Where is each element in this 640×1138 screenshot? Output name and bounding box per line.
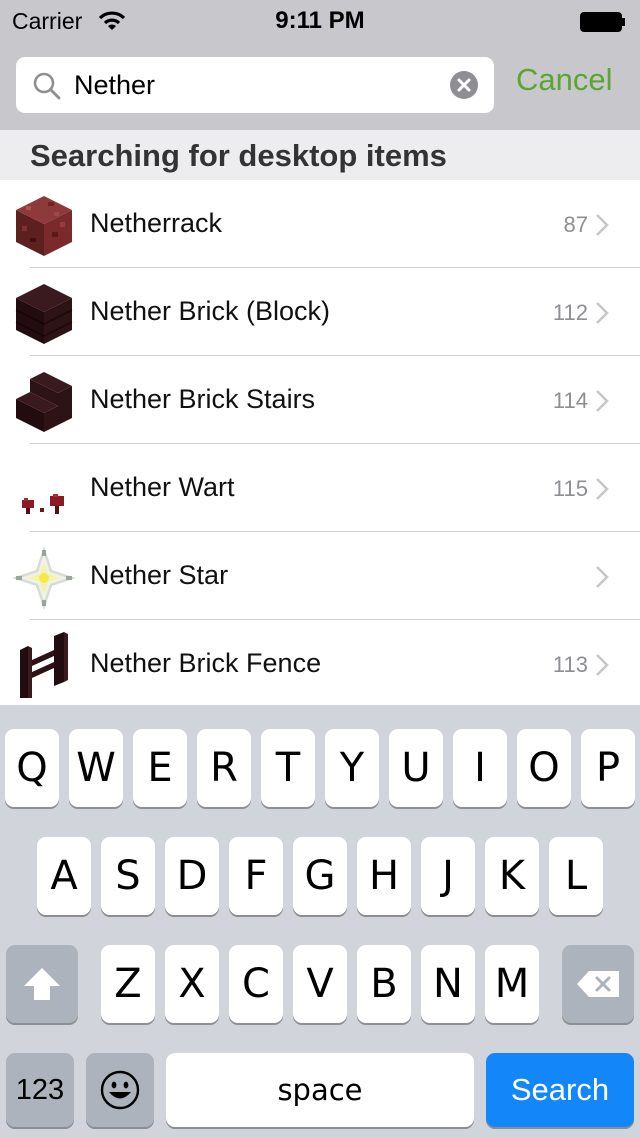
clear-icon — [457, 78, 471, 92]
key-d[interactable]: D — [165, 837, 219, 915]
key-n[interactable]: N — [421, 945, 475, 1023]
item-count: 113 — [552, 652, 588, 677]
key-k[interactable]: K — [485, 837, 539, 915]
chevron-right-icon — [596, 566, 609, 588]
status-bar: Carrier 9:11 PM — [0, 0, 640, 42]
list-item[interactable]: Nether Star — [0, 532, 640, 620]
key-s[interactable]: S — [101, 837, 155, 915]
clear-search-button[interactable] — [450, 71, 478, 99]
keyboard: Q W E R T Y U I O P A S D F G H J K L Z … — [0, 705, 640, 1138]
search-input[interactable] — [74, 65, 444, 105]
item-count: 114 — [552, 388, 588, 413]
key-v[interactable]: V — [293, 945, 347, 1023]
item-count: 87 — [563, 212, 588, 237]
chevron-right-icon — [596, 654, 609, 676]
key-l[interactable]: L — [549, 837, 603, 915]
key-u[interactable]: U — [389, 729, 443, 807]
list-item[interactable]: Nether Brick Fence 113 — [0, 620, 640, 705]
search-field[interactable] — [16, 57, 494, 113]
item-count: 115 — [552, 476, 588, 501]
cancel-button[interactable]: Cancel — [516, 62, 613, 98]
key-p[interactable]: P — [581, 729, 635, 807]
results-list: Netherrack 87 Nether Brick (Block) 112 N… — [0, 180, 640, 705]
search-bar: Cancel — [0, 42, 640, 130]
item-name: Nether Wart — [90, 472, 235, 502]
key-q[interactable]: Q — [5, 729, 59, 807]
nether-brick-block-icon — [15, 284, 73, 344]
item-name: Nether Brick Fence — [90, 648, 322, 678]
shift-icon — [24, 968, 60, 1000]
chevron-right-icon — [596, 302, 609, 324]
key-t[interactable]: T — [261, 729, 315, 807]
item-name: Nether Brick (Block) — [90, 296, 331, 326]
key-z[interactable]: Z — [101, 945, 155, 1023]
list-item[interactable]: Nether Brick Stairs 114 — [0, 356, 640, 444]
chevron-right-icon — [596, 478, 609, 500]
key-c[interactable]: C — [229, 945, 283, 1023]
key-g[interactable]: G — [293, 837, 347, 915]
key-b[interactable]: B — [357, 945, 411, 1023]
item-count: 112 — [552, 300, 588, 325]
nether-star-icon — [12, 546, 76, 610]
shift-key[interactable] — [6, 945, 78, 1023]
clock: 9:11 PM — [275, 7, 365, 34]
key-i[interactable]: I — [453, 729, 507, 807]
key-h[interactable]: H — [357, 837, 411, 915]
key-r[interactable]: R — [197, 729, 251, 807]
section-header: Searching for desktop items — [0, 130, 640, 180]
search-icon — [33, 72, 61, 100]
netherrack-icon — [16, 196, 72, 256]
space-key[interactable]: space — [166, 1053, 474, 1127]
search-key[interactable]: Search — [486, 1053, 634, 1127]
chevron-right-icon — [596, 390, 609, 412]
key-o[interactable]: O — [517, 729, 571, 807]
battery-icon — [580, 12, 625, 32]
emoji-icon — [100, 1070, 140, 1110]
key-j[interactable]: J — [421, 837, 475, 915]
item-name: Nether Brick Stairs — [90, 384, 316, 414]
key-y[interactable]: Y — [325, 729, 379, 807]
nether-brick-stairs-icon — [16, 372, 72, 432]
list-item[interactable]: Nether Wart 115 — [0, 444, 640, 532]
list-item[interactable]: Netherrack 87 — [0, 180, 640, 268]
key-w[interactable]: W — [69, 729, 123, 807]
key-a[interactable]: A — [37, 837, 91, 915]
item-name: Netherrack — [90, 208, 223, 238]
delete-key[interactable] — [562, 945, 634, 1023]
key-f[interactable]: F — [229, 837, 283, 915]
chevron-right-icon — [596, 214, 609, 236]
list-item[interactable]: Nether Brick (Block) 112 — [0, 268, 640, 356]
numbers-key[interactable]: 123 — [6, 1053, 74, 1127]
key-x[interactable]: X — [165, 945, 219, 1023]
emoji-key[interactable] — [86, 1053, 154, 1127]
section-title: Searching for desktop items — [30, 138, 447, 173]
nether-brick-fence-icon — [20, 632, 68, 698]
key-e[interactable]: E — [133, 729, 187, 807]
key-m[interactable]: M — [485, 945, 539, 1023]
nether-wart-icon — [22, 494, 64, 514]
item-name: Nether Star — [90, 560, 229, 590]
backspace-icon — [577, 971, 619, 997]
